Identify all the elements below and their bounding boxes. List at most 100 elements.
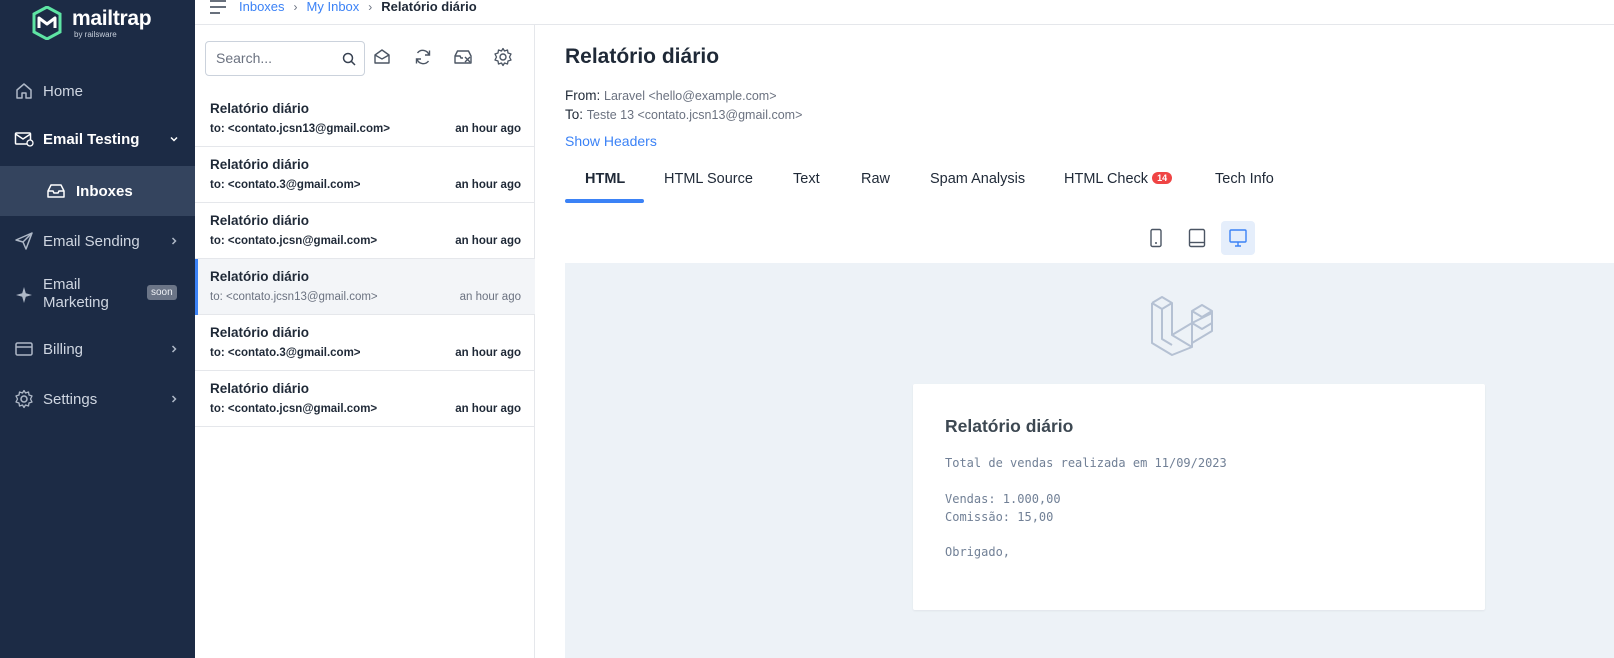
sidebar-item-billing[interactable]: Billing (0, 336, 195, 362)
home-icon (16, 83, 32, 99)
active-tab-indicator (565, 199, 644, 203)
message-tabs: HTML HTML Source Text Raw Spam Analysis … (565, 163, 1614, 203)
breadcrumb-separator: › (293, 0, 298, 14)
message-time: an hour ago (455, 403, 521, 415)
search-icon[interactable] (342, 52, 356, 66)
tab-tech-info[interactable]: Tech Info (1215, 171, 1274, 187)
logo-name: mailtrap (72, 6, 152, 30)
sidebar-item-inboxes[interactable]: Inboxes (0, 166, 195, 216)
sparkle-icon (16, 287, 32, 303)
email-preview: Relatório diário Total de vendas realiza… (565, 263, 1614, 658)
message-list-item-selected[interactable]: Relatório diário to: <contato.jcsn13@gma… (195, 259, 535, 315)
message-list-item[interactable]: Relatório diário to: <contato.jcsn@gmail… (195, 371, 535, 427)
message-recipient: to: <contato.3@gmail.com> (210, 347, 361, 359)
to-line: To: Teste 13 <contato.jcsn13@gmail.com> (565, 107, 802, 122)
search-input[interactable] (216, 50, 336, 66)
message-list-item[interactable]: Relatório diário to: <contato.3@gmail.co… (195, 315, 535, 371)
soon-badge: soon (147, 285, 177, 300)
message-recipient: to: <contato.jcsn@gmail.com> (210, 403, 378, 415)
message-detail: Relatório diário From: Laravel <hello@ex… (535, 25, 1614, 658)
sidebar-item-label: Inboxes (76, 182, 133, 200)
mobile-device-icon (1150, 228, 1162, 248)
refresh-icon[interactable] (413, 47, 433, 67)
tab-html-check[interactable]: HTML Check 14 (1064, 171, 1173, 187)
tab-raw[interactable]: Raw (861, 171, 890, 187)
to-value: Teste 13 <contato.jcsn13@gmail.com> (586, 108, 803, 122)
sidebar-item-label: Settings (43, 390, 98, 408)
sidebar-item-email-sending[interactable]: Email Sending (0, 228, 195, 254)
breadcrumb-inboxes[interactable]: Inboxes (239, 0, 285, 14)
message-list-item[interactable]: Relatório diário to: <contato.jcsn@gmail… (195, 203, 535, 259)
html-check-count-badge: 14 (1152, 172, 1173, 184)
mailtrap-logo-icon (32, 6, 62, 40)
sidebar-item-label: Billing (43, 340, 84, 358)
breadcrumb-current: Relatório diário (381, 0, 477, 14)
sidebar-item-label: Home (43, 82, 84, 100)
chevron-right-icon (171, 395, 177, 403)
tab-html-check-label: HTML Check (1064, 171, 1149, 187)
sidebar: mailtrap by railsware Home Email Testing… (0, 0, 195, 658)
email-body-line: Obrigado, (945, 545, 1011, 559)
show-headers-link[interactable]: Show Headers (565, 133, 657, 149)
logo-subtitle: by railsware (74, 29, 117, 39)
gear-icon (15, 389, 33, 409)
tablet-device-icon (1188, 228, 1206, 248)
clear-inbox-icon[interactable] (453, 47, 473, 67)
inbox-icon (47, 184, 65, 198)
message-time: an hour ago (455, 123, 521, 135)
to-label: To: (565, 107, 584, 122)
sidebar-item-label: Email Sending (43, 232, 140, 250)
mobile-view-button[interactable] (1139, 221, 1173, 255)
message-recipient: to: <contato.jcsn13@gmail.com> (210, 123, 390, 135)
tab-html-source[interactable]: HTML Source (664, 171, 753, 187)
sidebar-item-email-marketing[interactable]: Email Marketing soon (0, 276, 195, 314)
message-subject: Relatório diário (210, 269, 310, 284)
tab-html[interactable]: HTML (585, 171, 625, 187)
email-body-line: Comissão: 15,00 (945, 510, 1054, 524)
laravel-logo-icon (1151, 296, 1213, 356)
from-line: From: Laravel <hello@example.com> (565, 88, 777, 103)
gear-icon[interactable] (493, 47, 513, 67)
tablet-view-button[interactable] (1180, 221, 1214, 255)
message-time: an hour ago (455, 347, 521, 359)
desktop-view-button[interactable] (1221, 221, 1255, 255)
tab-spam-analysis[interactable]: Spam Analysis (930, 171, 1025, 187)
sidebar-item-label: Email Marketing (43, 276, 109, 312)
email-body-line: Total de vendas realizada em 11/09/2023 (945, 456, 1227, 470)
sidebar-item-settings[interactable]: Settings (0, 386, 195, 412)
search-box[interactable] (205, 41, 365, 76)
breadcrumb-separator: › (368, 0, 373, 14)
tab-text[interactable]: Text (793, 171, 820, 187)
message-recipient: to: <contato.jcsn13@gmail.com> (210, 291, 378, 303)
app: mailtrap by railsware Home Email Testing… (0, 0, 1614, 658)
breadcrumb-my-inbox[interactable]: My Inbox (307, 0, 360, 14)
message-recipient: to: <contato.3@gmail.com> (210, 179, 361, 191)
chevron-right-icon (171, 237, 177, 245)
message-subject: Relatório diário (210, 213, 310, 228)
logo[interactable]: mailtrap by railsware (30, 6, 152, 40)
from-value: Laravel <hello@example.com> (604, 89, 777, 103)
desktop-device-icon (1229, 229, 1247, 247)
hamburger-menu-icon[interactable] (209, 0, 227, 14)
email-testing-icon (14, 132, 34, 147)
mark-read-icon[interactable] (372, 47, 392, 67)
chevron-right-icon (171, 345, 177, 353)
message-title: Relatório diário (565, 45, 720, 68)
sidebar-item-home[interactable]: Home (0, 78, 195, 104)
breadcrumb: Inboxes › My Inbox › Relatório diário (239, 0, 477, 14)
chevron-down-icon (170, 136, 178, 142)
message-subject: Relatório diário (210, 325, 310, 340)
email-card: Relatório diário Total de vendas realiza… (913, 384, 1485, 610)
top-bar: Inboxes › My Inbox › Relatório diário (195, 0, 1614, 25)
message-time: an hour ago (459, 291, 521, 303)
message-subject: Relatório diário (210, 101, 310, 116)
marketing-line-2: Marketing (43, 294, 109, 311)
sidebar-item-email-testing[interactable]: Email Testing (0, 126, 195, 152)
from-label: From: (565, 88, 601, 103)
billing-icon (15, 342, 33, 356)
message-list-item[interactable]: Relatório diário to: <contato.3@gmail.co… (195, 147, 535, 203)
message-subject: Relatório diário (210, 381, 310, 396)
message-time: an hour ago (455, 235, 521, 247)
email-heading: Relatório diário (945, 416, 1074, 436)
message-list-item[interactable]: Relatório diário to: <contato.jcsn13@gma… (195, 91, 535, 147)
